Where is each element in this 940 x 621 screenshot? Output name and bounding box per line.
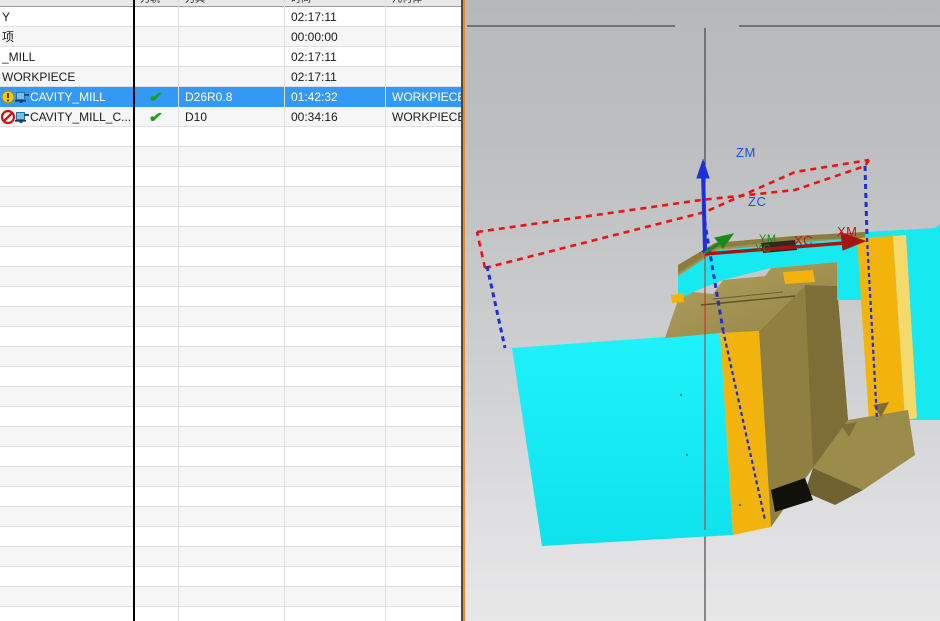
table-row-empty[interactable]	[0, 367, 461, 387]
column-header-time[interactable]: 时间	[287, 0, 383, 6]
table-row-empty[interactable]	[0, 447, 461, 467]
table-row[interactable]: WORKPIECE 02:17:11	[0, 67, 461, 87]
cell-toolpath-status[interactable]: ✔	[134, 107, 178, 127]
check-icon: ✔	[148, 89, 164, 105]
table-row-empty[interactable]	[0, 347, 461, 367]
table-row-empty[interactable]	[0, 407, 461, 427]
row-icon-group	[1, 109, 29, 125]
table-row-empty[interactable]	[0, 207, 461, 227]
table-row-empty[interactable]	[0, 287, 461, 307]
operation-navigator-panel[interactable]: 刀轨 刀具 时间 几何体 Y 02:17:11 项 00:00:00 _MILL 02:1…	[0, 0, 463, 621]
row-icon-group	[1, 89, 29, 105]
table-row-empty[interactable]	[0, 227, 461, 247]
table-row-empty[interactable]	[0, 387, 461, 407]
table-row-empty[interactable]	[0, 127, 461, 147]
cell-operation-name[interactable]: 项	[0, 27, 133, 47]
cell-time[interactable]: 01:42:32	[285, 87, 385, 107]
table-row-empty[interactable]	[0, 187, 461, 207]
cell-tool[interactable]	[179, 27, 284, 47]
cell-toolpath-status[interactable]	[134, 7, 178, 27]
cell-toolpath-status[interactable]	[134, 47, 178, 67]
mill-operation-icon	[15, 92, 29, 103]
table-row-empty[interactable]	[0, 607, 461, 621]
application-window: 刀轨 刀具 时间 几何体 Y 02:17:11 项 00:00:00 _MILL 02:1…	[0, 0, 940, 621]
column-header-geometry[interactable]: 几何体	[388, 0, 461, 6]
column-divider-name[interactable]	[133, 0, 135, 621]
cell-operation-name[interactable]: WORKPIECE	[0, 67, 133, 87]
column-header-toolpath[interactable]: 刀轨	[136, 0, 178, 6]
table-row-empty[interactable]	[0, 567, 461, 587]
cell-toolpath-status[interactable]	[134, 27, 178, 47]
navigator-header-row[interactable]: 刀轨 刀具 时间 几何体	[0, 0, 461, 7]
cell-geometry[interactable]	[386, 7, 461, 27]
column-divider-time[interactable]	[385, 0, 386, 621]
table-row-empty[interactable]	[0, 327, 461, 347]
column-header-tool[interactable]: 刀具	[181, 0, 281, 6]
column-divider-tool[interactable]	[284, 0, 285, 621]
cell-operation-name[interactable]: _MILL	[0, 47, 133, 67]
mill-operation-icon	[15, 112, 29, 123]
cell-tool[interactable]: D26R0.8	[179, 87, 284, 107]
cell-time[interactable]: 02:17:11	[285, 67, 385, 87]
cell-tool[interactable]	[179, 67, 284, 87]
operation-navigator-list[interactable]: 刀轨 刀具 时间 几何体 Y 02:17:11 项 00:00:00 _MILL 02:1…	[0, 0, 461, 621]
three-d-scene[interactable]	[465, 0, 940, 621]
table-row-empty[interactable]	[0, 427, 461, 447]
table-row[interactable]: CAVITY_MILL_C... ✔ D10 00:34:16 WORKPIECE	[0, 107, 461, 127]
cell-time[interactable]: 00:00:00	[285, 27, 385, 47]
cell-toolpath-status[interactable]	[134, 67, 178, 87]
graphics-viewport[interactable]: ZM ZC XM XC YM YC 3D世界网 WWW.3DSJW.COM	[463, 0, 940, 621]
cell-time[interactable]: 00:34:16	[285, 107, 385, 127]
z-axis-arrow	[696, 158, 710, 254]
axis-label-yc: YC	[755, 243, 772, 255]
table-row-empty[interactable]	[0, 267, 461, 287]
cell-tool[interactable]	[179, 7, 284, 27]
column-divider-toolpath[interactable]	[178, 0, 179, 621]
table-row-empty[interactable]	[0, 527, 461, 547]
cell-geometry[interactable]: WORKPIECE	[386, 87, 461, 107]
axis-label-zc: ZC	[748, 194, 767, 209]
table-row-empty[interactable]	[0, 307, 461, 327]
cell-operation-name[interactable]: Y	[0, 7, 133, 27]
cell-geometry[interactable]	[386, 67, 461, 87]
cell-tool[interactable]: D10	[179, 107, 284, 127]
table-row[interactable]: Y 02:17:11	[0, 7, 461, 27]
table-row-empty[interactable]	[0, 547, 461, 567]
table-row[interactable]: _MILL 02:17:11	[0, 47, 461, 67]
table-row-empty[interactable]	[0, 167, 461, 187]
axis-label-xc: XC	[794, 233, 814, 248]
table-row-empty[interactable]	[0, 247, 461, 267]
cell-geometry[interactable]: WORKPIECE	[386, 107, 461, 127]
axis-label-xm: XM	[837, 224, 858, 239]
stop-icon	[1, 110, 15, 124]
check-icon: ✔	[148, 109, 164, 125]
navigator-rows: Y 02:17:11 项 00:00:00 _MILL 02:17:11 WORKPIECE…	[0, 7, 461, 621]
cell-time[interactable]: 02:17:11	[285, 47, 385, 67]
table-row[interactable]: CAVITY_MILL ✔ D26R0.8 01:42:32 WORKPIECE	[0, 87, 461, 107]
cell-tool[interactable]	[179, 47, 284, 67]
machined-part-model	[512, 223, 940, 546]
cell-geometry[interactable]	[386, 47, 461, 67]
table-row-empty[interactable]	[0, 467, 461, 487]
table-row-empty[interactable]	[0, 487, 461, 507]
cell-geometry[interactable]	[386, 27, 461, 47]
axis-label-zm: ZM	[736, 145, 756, 160]
cell-time[interactable]: 02:17:11	[285, 7, 385, 27]
table-row-empty[interactable]	[0, 587, 461, 607]
table-row-empty[interactable]	[0, 507, 461, 527]
warning-icon	[1, 90, 15, 104]
table-row[interactable]: 项 00:00:00	[0, 27, 461, 47]
cell-toolpath-status[interactable]: ✔	[134, 87, 178, 107]
table-row-empty[interactable]	[0, 147, 461, 167]
